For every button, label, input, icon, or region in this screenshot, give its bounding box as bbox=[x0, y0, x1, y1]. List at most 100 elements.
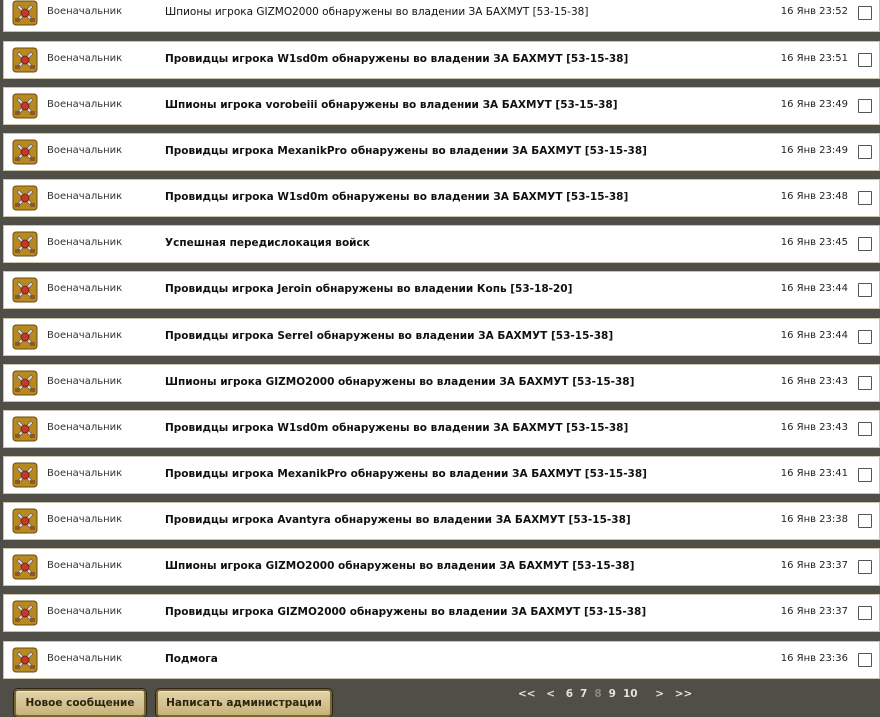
table-row[interactable]: Военачальник Провидцы игрока Jeroin обнар… bbox=[3, 271, 880, 309]
message-sender: Военачальник bbox=[47, 283, 123, 294]
message-sender: Военачальник bbox=[47, 422, 123, 433]
table-row[interactable]: Военачальник Шпионы игрока GIZMO2000 обна… bbox=[3, 548, 880, 586]
crossed-swords-shield-icon bbox=[11, 92, 39, 120]
message-time: 16 Янв 23:44 bbox=[780, 283, 848, 294]
crossed-swords-shield-icon bbox=[11, 507, 39, 535]
crossed-swords-shield-icon bbox=[11, 646, 39, 674]
message-subject-link[interactable]: Провидцы игрока GIZMO2000 обнаружены во … bbox=[165, 594, 646, 630]
message-subject-link[interactable]: Подмога bbox=[165, 641, 218, 677]
message-time: 16 Янв 23:51 bbox=[780, 53, 848, 64]
table-row[interactable]: Военачальник Провидцы игрока W1sd0m обнар… bbox=[3, 410, 880, 448]
message-sender: Военачальник bbox=[47, 6, 123, 17]
message-time: 16 Янв 23:45 bbox=[780, 237, 848, 248]
message-subject-link[interactable]: Провидцы игрока Avantyra обнаружены во в… bbox=[165, 502, 631, 538]
table-row[interactable]: Военачальник Провидцы игрока W1sd0m обнар… bbox=[3, 41, 880, 79]
crossed-swords-shield-icon bbox=[11, 415, 39, 443]
message-subject-link[interactable]: Провидцы игрока Serrel обнаружены во вла… bbox=[165, 318, 613, 354]
message-sender: Военачальник bbox=[47, 145, 123, 156]
message-select-checkbox[interactable] bbox=[858, 191, 872, 205]
table-row[interactable]: Военачальник Провидцы игрока Avantyra обн… bbox=[3, 502, 880, 540]
message-select-checkbox[interactable] bbox=[858, 53, 872, 67]
bottom-bar: Новое сообщение Написать администрации <… bbox=[0, 682, 880, 717]
message-subject-link[interactable]: Шпионы игрока GIZMO2000 обнаружены во вл… bbox=[165, 548, 634, 584]
crossed-swords-shield-icon bbox=[11, 138, 39, 166]
message-select-checkbox[interactable] bbox=[858, 560, 872, 574]
pager-page-10[interactable]: 10 bbox=[623, 688, 638, 700]
pager-last-link[interactable]: >> bbox=[675, 688, 693, 700]
table-row[interactable]: Военачальник Провидцы игрока MexanikPro о… bbox=[3, 456, 880, 494]
message-select-checkbox[interactable] bbox=[858, 468, 872, 482]
message-sender: Военачальник bbox=[47, 606, 123, 617]
crossed-swords-shield-icon bbox=[11, 369, 39, 397]
message-subject-link[interactable]: Провидцы игрока MexanikPro обнаружены во… bbox=[165, 133, 647, 169]
message-subject-link[interactable]: Провидцы игрока W1sd0m обнаружены во вла… bbox=[165, 410, 628, 446]
message-time: 16 Янв 23:37 bbox=[780, 560, 848, 571]
pager-next-link[interactable]: > bbox=[655, 688, 664, 700]
message-select-checkbox[interactable] bbox=[858, 283, 872, 297]
message-sender: Военачальник bbox=[47, 514, 123, 525]
message-subject-link[interactable]: Шпионы игрока GIZMO2000 обнаружены во вл… bbox=[165, 0, 588, 30]
message-time: 16 Янв 23:44 bbox=[780, 330, 848, 341]
table-row[interactable]: Военачальник Шпионы игрока GIZMO2000 обна… bbox=[3, 0, 880, 32]
message-time: 16 Янв 23:49 bbox=[780, 99, 848, 110]
message-sender: Военачальник bbox=[47, 191, 123, 202]
pager-prev-link[interactable]: < bbox=[546, 688, 555, 700]
message-sender: Военачальник bbox=[47, 53, 123, 64]
message-select-checkbox[interactable] bbox=[858, 653, 872, 667]
message-select-checkbox[interactable] bbox=[858, 606, 872, 620]
table-row[interactable]: Военачальник Провидцы игрока Serrel обнар… bbox=[3, 318, 880, 356]
message-select-checkbox[interactable] bbox=[858, 330, 872, 344]
message-subject-link[interactable]: Провидцы игрока Jeroin обнаружены во вла… bbox=[165, 271, 572, 307]
crossed-swords-shield-icon bbox=[11, 46, 39, 74]
message-subject-link[interactable]: Успешная передислокация войск bbox=[165, 225, 370, 261]
pager-page-7[interactable]: 7 bbox=[580, 688, 587, 700]
message-time: 16 Янв 23:37 bbox=[780, 606, 848, 617]
message-time: 16 Янв 23:38 bbox=[780, 514, 848, 525]
pager-first-link[interactable]: << bbox=[518, 688, 536, 700]
new-message-button[interactable]: Новое сообщение bbox=[14, 689, 146, 717]
table-row[interactable]: Военачальник Провидцы игрока MexanikPro о… bbox=[3, 133, 880, 171]
message-sender: Военачальник bbox=[47, 560, 123, 571]
message-time: 16 Янв 23:43 bbox=[780, 422, 848, 433]
message-sender: Военачальник bbox=[47, 99, 123, 110]
message-sender: Военачальник bbox=[47, 468, 123, 479]
crossed-swords-shield-icon bbox=[11, 0, 39, 27]
message-time: 16 Янв 23:36 bbox=[780, 653, 848, 664]
table-row[interactable]: Военачальник Шпионы игрока vorobeiii обна… bbox=[3, 87, 880, 125]
message-time: 16 Янв 23:43 bbox=[780, 376, 848, 387]
message-subject-link[interactable]: Шпионы игрока vorobeiii обнаружены во вл… bbox=[165, 87, 618, 123]
crossed-swords-shield-icon bbox=[11, 184, 39, 212]
crossed-swords-shield-icon bbox=[11, 230, 39, 258]
pager-page-8: 8 bbox=[594, 688, 602, 700]
message-sender: Военачальник bbox=[47, 653, 123, 664]
pagination: << < 6 7 8 9 10 > >> bbox=[518, 688, 699, 700]
message-select-checkbox[interactable] bbox=[858, 514, 872, 528]
message-select-checkbox[interactable] bbox=[858, 422, 872, 436]
message-sender: Военачальник bbox=[47, 376, 123, 387]
message-select-checkbox[interactable] bbox=[858, 99, 872, 113]
table-row[interactable]: Военачальник Провидцы игрока GIZMO2000 об… bbox=[3, 594, 880, 632]
message-time: 16 Янв 23:49 bbox=[780, 145, 848, 156]
message-select-checkbox[interactable] bbox=[858, 237, 872, 251]
table-row[interactable]: Военачальник Шпионы игрока GIZMO2000 обна… bbox=[3, 364, 880, 402]
message-select-checkbox[interactable] bbox=[858, 376, 872, 390]
message-time: 16 Янв 23:41 bbox=[780, 468, 848, 479]
write-admin-button[interactable]: Написать администрации bbox=[156, 689, 332, 717]
message-time: 16 Янв 23:48 bbox=[780, 191, 848, 202]
message-sender: Военачальник bbox=[47, 237, 123, 248]
message-select-checkbox[interactable] bbox=[858, 6, 872, 20]
crossed-swords-shield-icon bbox=[11, 553, 39, 581]
table-row[interactable]: Военачальник Успешная передислокация войс… bbox=[3, 225, 880, 263]
table-row[interactable]: Военачальник Подмога 16 Янв 23:36 bbox=[3, 641, 880, 679]
message-subject-link[interactable]: Провидцы игрока W1sd0m обнаружены во вла… bbox=[165, 179, 628, 215]
message-subject-link[interactable]: Провидцы игрока W1sd0m обнаружены во вла… bbox=[165, 41, 628, 77]
crossed-swords-shield-icon bbox=[11, 323, 39, 351]
message-select-checkbox[interactable] bbox=[858, 145, 872, 159]
table-row[interactable]: Военачальник Провидцы игрока W1sd0m обнар… bbox=[3, 179, 880, 217]
message-subject-link[interactable]: Шпионы игрока GIZMO2000 обнаружены во вл… bbox=[165, 364, 634, 400]
pager-page-9[interactable]: 9 bbox=[609, 688, 616, 700]
message-subject-link[interactable]: Провидцы игрока MexanikPro обнаружены во… bbox=[165, 456, 647, 492]
pager-page-6[interactable]: 6 bbox=[566, 688, 573, 700]
message-time: 16 Янв 23:52 bbox=[780, 6, 848, 17]
crossed-swords-shield-icon bbox=[11, 461, 39, 489]
